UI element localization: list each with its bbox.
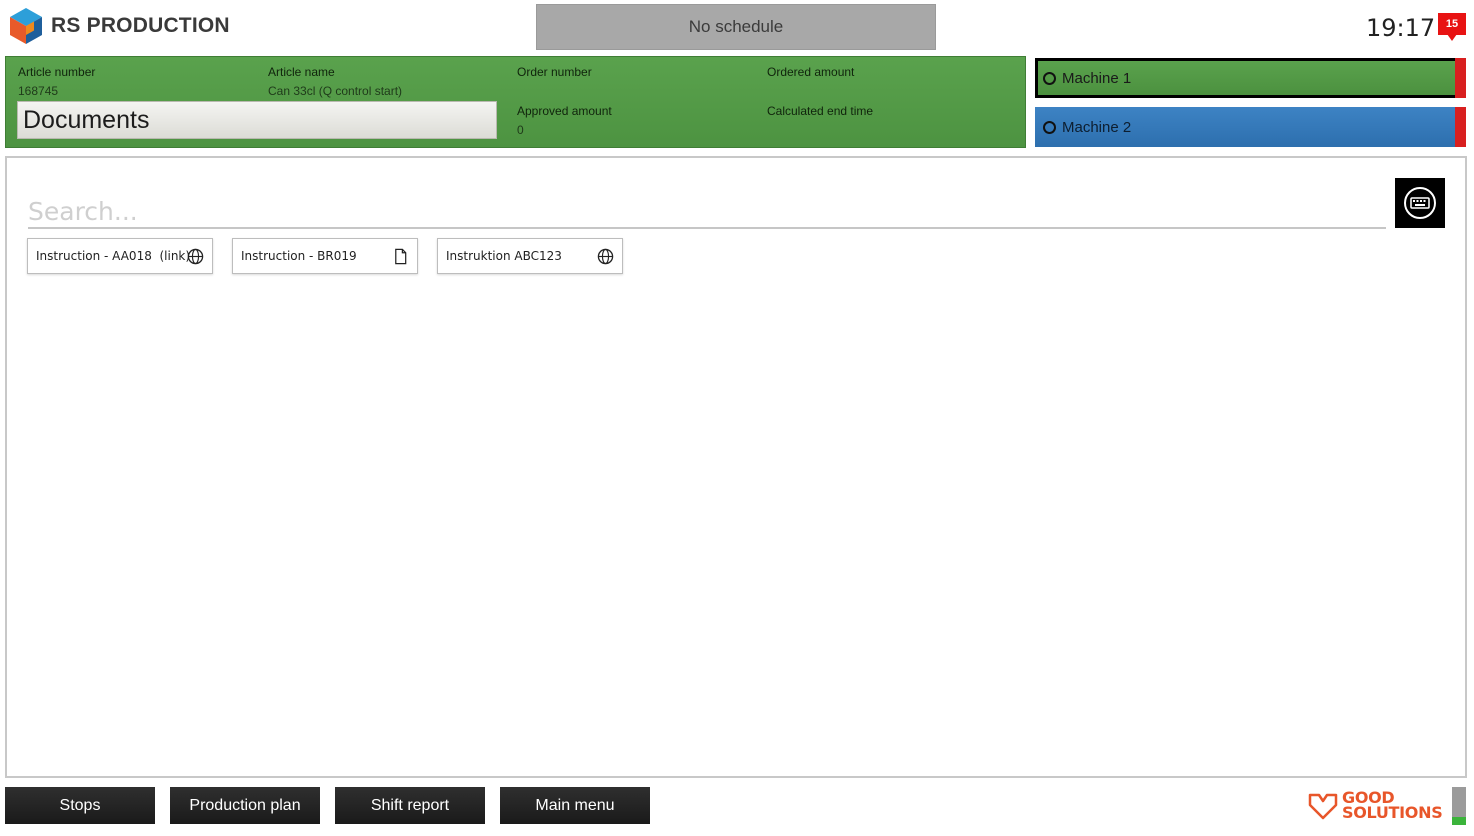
connection-status-bar bbox=[1452, 787, 1466, 817]
approved-amount-label: Approved amount bbox=[517, 104, 612, 118]
production-plan-button[interactable]: Production plan bbox=[170, 787, 320, 824]
stops-button[interactable]: Stops bbox=[5, 787, 155, 824]
notification-badge[interactable]: 15 bbox=[1438, 13, 1466, 41]
main-menu-button[interactable]: Main menu bbox=[500, 787, 650, 824]
good-solutions-logo: GOOD SOLUTIONS bbox=[1307, 787, 1443, 823]
keyboard-button[interactable] bbox=[1395, 178, 1445, 228]
machine-1-button[interactable]: Machine 1 bbox=[1035, 58, 1466, 98]
article-number-label: Article number bbox=[18, 65, 96, 79]
good-solutions-text: GOOD SOLUTIONS bbox=[1342, 790, 1443, 822]
cube-logo-icon bbox=[10, 8, 42, 44]
machine-2-alert-flag bbox=[1455, 107, 1466, 147]
clock: 19:17 bbox=[1366, 14, 1436, 42]
article-number-field: Article number 168745 bbox=[18, 65, 95, 98]
app-logo: RS PRODUCTION bbox=[10, 8, 230, 44]
machine-1-label: Machine 1 bbox=[1062, 69, 1132, 87]
documents-button[interactable]: Documents bbox=[17, 101, 497, 139]
document-title: Instruction - AA018 (link) bbox=[36, 249, 191, 263]
approved-amount-value: 0 bbox=[517, 123, 524, 137]
globe-icon bbox=[187, 248, 204, 265]
order-number-field: Order number bbox=[517, 65, 592, 84]
machine-1-alert-flag bbox=[1455, 58, 1466, 98]
article-info-panel: Article number 168745 Article name Can 3… bbox=[5, 56, 1026, 148]
article-name-label: Article name bbox=[268, 65, 335, 79]
shift-report-button[interactable]: Shift report bbox=[335, 787, 485, 824]
globe-icon bbox=[597, 248, 614, 265]
status-circle-icon bbox=[1043, 71, 1056, 85]
document-card-aa018[interactable]: Instruction - AA018 (link) bbox=[27, 238, 213, 274]
calculated-end-time-label: Calculated end time bbox=[767, 104, 874, 118]
schedule-status[interactable]: No schedule bbox=[536, 4, 936, 50]
machine-2-button[interactable]: Machine 2 bbox=[1035, 107, 1466, 147]
article-number-value: 168745 bbox=[18, 84, 59, 98]
ordered-amount-field: Ordered amount bbox=[767, 65, 854, 84]
documents-panel: Instruction - AA018 (link) Instruction -… bbox=[5, 156, 1467, 778]
article-name-value: Can 33cl (Q control start) bbox=[268, 84, 403, 98]
document-title: Instruktion ABC123 bbox=[446, 249, 562, 263]
ordered-amount-label: Ordered amount bbox=[767, 65, 855, 79]
keyboard-icon bbox=[1404, 187, 1436, 219]
good-solutions-mark-icon bbox=[1308, 793, 1338, 820]
document-card-br019[interactable]: Instruction - BR019 bbox=[232, 238, 418, 274]
machine-2-label: Machine 2 bbox=[1062, 118, 1132, 136]
brand-name: RS PRODUCTION bbox=[51, 14, 230, 37]
document-card-abc123[interactable]: Instruktion ABC123 bbox=[437, 238, 623, 274]
status-circle-icon bbox=[1043, 120, 1056, 134]
connection-status-indicator bbox=[1452, 817, 1466, 825]
order-number-label: Order number bbox=[517, 65, 592, 79]
document-title: Instruction - BR019 bbox=[241, 249, 357, 263]
calculated-end-time-field: Calculated end time bbox=[767, 104, 873, 123]
good-solutions-line2: SOLUTIONS bbox=[1342, 803, 1443, 822]
search-input[interactable] bbox=[28, 195, 1386, 229]
article-name-field: Article name Can 33cl (Q control start) bbox=[268, 65, 402, 98]
approved-amount-field: Approved amount 0 bbox=[517, 104, 612, 137]
file-icon bbox=[395, 248, 407, 265]
